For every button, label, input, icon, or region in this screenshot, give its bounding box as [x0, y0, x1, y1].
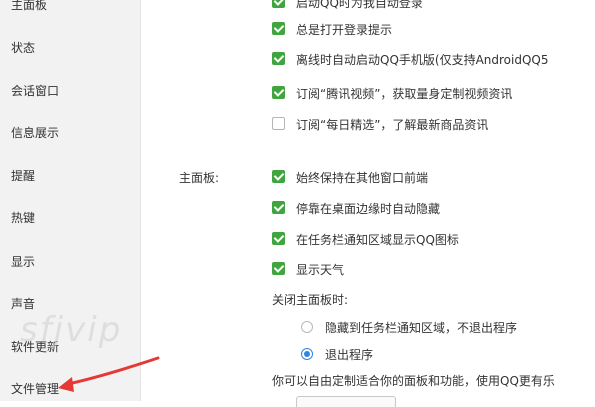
exit-program-radio[interactable] [301, 348, 313, 360]
auto-login-label: 启动QQ时为我自动登录 [296, 0, 423, 10]
hide-to-tray-radio[interactable] [301, 321, 313, 333]
subscribe-daily-checkbox[interactable] [272, 117, 285, 130]
main-panel-section-label: 主面板: [179, 171, 220, 185]
offline-mobile-checkbox[interactable] [272, 52, 285, 65]
sidebar-item-sound[interactable]: 声音 [11, 294, 35, 314]
sidebar-item-info-display[interactable]: 信息展示 [11, 123, 59, 143]
auto-hide-checkbox[interactable] [272, 201, 285, 214]
tray-icon-label: 在任务栏通知区域显示QQ图标 [296, 233, 459, 247]
hide-to-tray-label: 隐藏到任务栏通知区域，不退出程序 [325, 321, 518, 335]
sidebar-item-file-management[interactable]: 文件管理 [11, 379, 59, 399]
customize-footer-text: 你可以自由定制适合你的面板和功能，使用QQ更有乐 [272, 374, 555, 388]
sidebar-item-status[interactable]: 状态 [11, 38, 35, 58]
offline-mobile-label: 离线时自动启动QQ手机版(仅支持AndroidQQ5 [296, 53, 549, 67]
show-weather-checkbox[interactable] [272, 262, 285, 275]
auto-hide-label: 停靠在桌面边缘时自动隐藏 [296, 202, 441, 216]
settings-sidebar: 主面板 状态 会话窗口 信息展示 提醒 热键 显示 声音 软件更新 文件管理 [0, 0, 141, 401]
tray-icon-checkbox[interactable] [272, 232, 285, 245]
sidebar-item-display[interactable]: 显示 [11, 252, 35, 272]
close-panel-label: 关闭主面板时: [272, 293, 349, 307]
sidebar-item-software-update[interactable]: 软件更新 [11, 337, 59, 357]
settings-main-area: 启动QQ时为我自动登录 总是打开登录提示 离线时自动启动QQ手机版(仅支持And… [141, 0, 595, 407]
subscribe-daily-label: 订阅“每日精选”，了解最新商品资讯 [296, 118, 489, 132]
always-on-top-checkbox[interactable] [272, 170, 285, 183]
login-prompt-checkbox[interactable] [272, 22, 285, 35]
sidebar-item-chat-window[interactable]: 会话窗口 [11, 81, 59, 101]
subscribe-video-checkbox[interactable] [272, 86, 285, 99]
always-on-top-label: 始终保持在其他窗口前端 [296, 171, 429, 185]
sidebar-item-main-panel[interactable]: 主面板 [11, 0, 47, 15]
subscribe-video-label: 订阅“腾讯视频”，获取量身定制视频资讯 [296, 87, 513, 101]
auto-login-checkbox[interactable] [272, 0, 285, 8]
show-weather-label: 显示天气 [296, 263, 345, 277]
sidebar-item-reminder[interactable]: 提醒 [11, 166, 35, 186]
login-prompt-label: 总是打开登录提示 [296, 23, 393, 37]
customize-button[interactable] [296, 396, 396, 407]
sidebar-item-hotkeys[interactable]: 热键 [11, 208, 35, 228]
exit-program-label: 退出程序 [325, 348, 374, 362]
